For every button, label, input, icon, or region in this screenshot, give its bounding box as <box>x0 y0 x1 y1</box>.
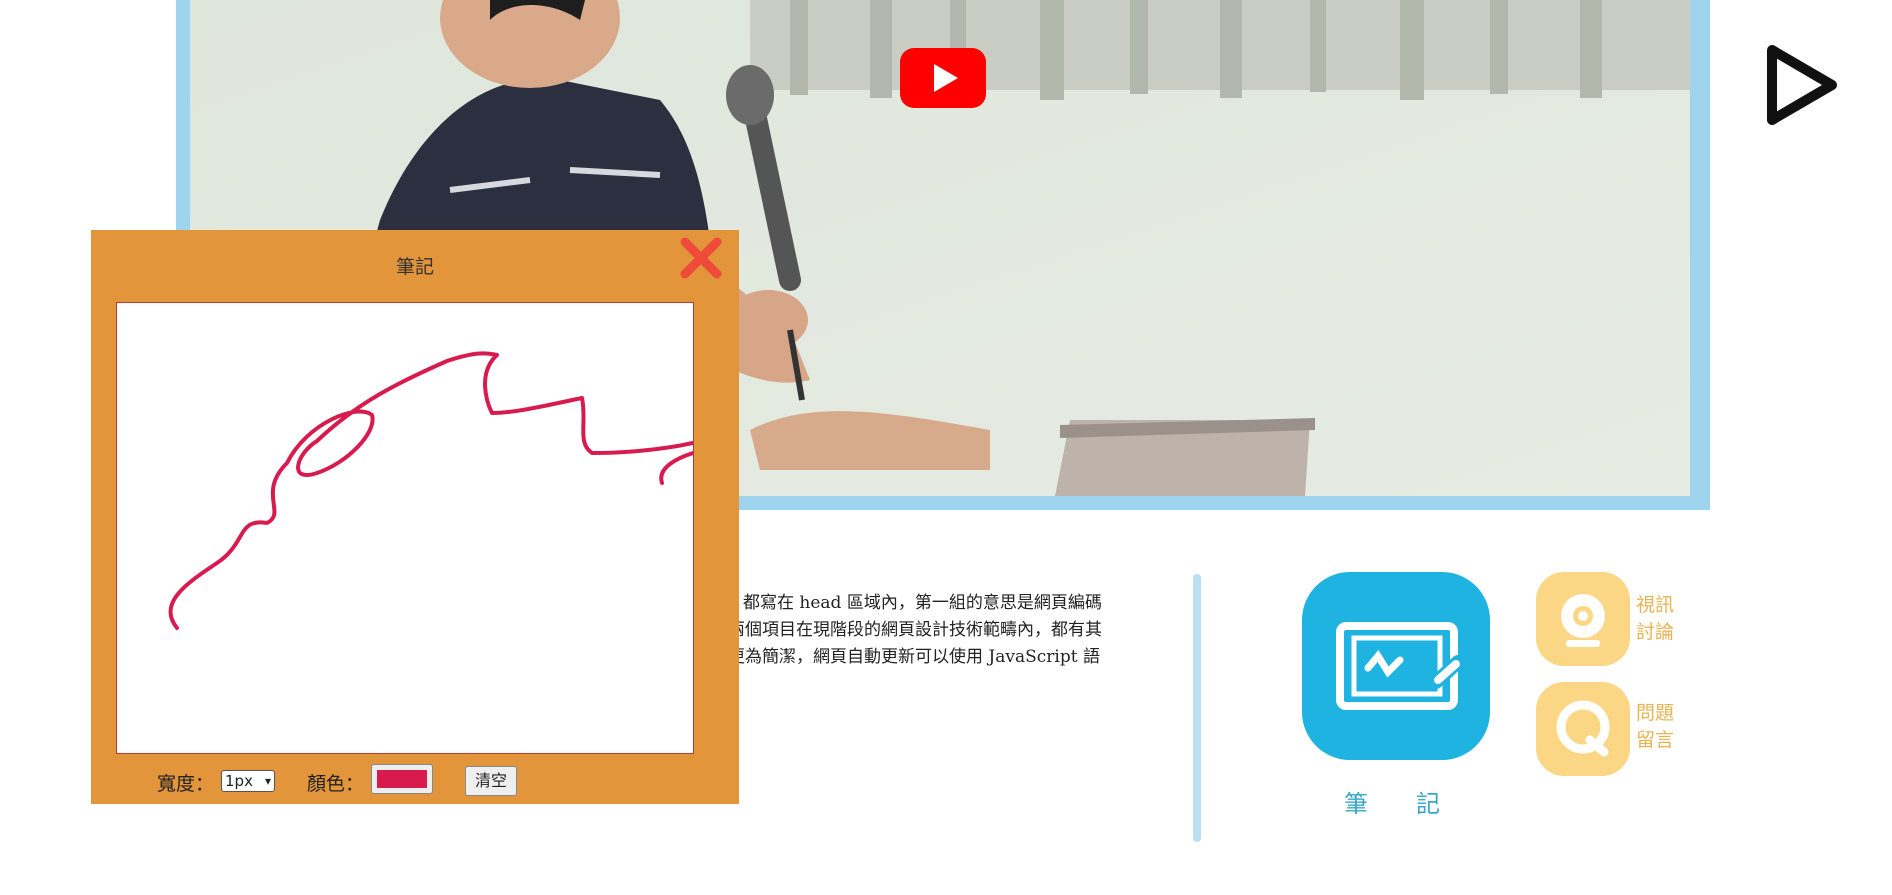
article-text: v 都寫在 head 區域內，第一組的意思是網頁編碼 兩個項目在現階段的網頁設計… <box>728 590 1168 671</box>
notes-panel-title: 筆記 <box>395 256 434 278</box>
article-line: v 都寫在 head 區域內，第一組的意思是網頁編碼 <box>728 593 1102 613</box>
question-button[interactable] <box>1536 682 1630 776</box>
notes-panel: 筆記 寬度： 1px ▾ 顏色： 清空 <box>91 230 739 804</box>
play-outline-icon <box>1767 45 1837 125</box>
video-discussion-label-line: 視訊 <box>1636 594 1675 616</box>
question-label-line: 留言 <box>1636 729 1675 751</box>
close-icon <box>680 237 722 279</box>
youtube-play-icon <box>900 48 986 108</box>
notes-toolbar: 寬度： 1px ▾ 顏色： 清空 <box>91 763 739 797</box>
close-button[interactable] <box>677 234 725 282</box>
article-line: 兩個項目在現階段的網頁設計技術範疇內，都有其 <box>728 620 1102 640</box>
chevron-down-icon: ▾ <box>264 774 271 788</box>
video-discussion-label: 視訊 討論 <box>1636 592 1686 646</box>
youtube-play-button[interactable] <box>900 48 986 108</box>
question-label: 問題 留言 <box>1636 700 1686 754</box>
webcam-icon <box>1561 594 1605 647</box>
drawing-stroke <box>168 351 695 630</box>
width-label: 寬度： <box>157 773 215 795</box>
color-picker[interactable] <box>371 764 433 794</box>
next-video-button[interactable] <box>1762 40 1842 130</box>
drawing-canvas[interactable] <box>116 302 695 754</box>
video-discussion-button[interactable] <box>1536 572 1630 666</box>
color-swatch <box>377 770 427 788</box>
video-discussion-label-line: 討論 <box>1636 621 1675 643</box>
question-label-line: 問題 <box>1636 702 1675 724</box>
color-label: 顏色： <box>307 773 365 795</box>
notes-button-label: 筆記 <box>1344 790 1488 818</box>
whiteboard-pen-icon <box>1336 622 1465 710</box>
width-select-value: 1px <box>225 772 253 790</box>
width-select[interactable]: 1px ▾ <box>221 770 275 792</box>
vertical-divider <box>1193 574 1201 842</box>
notes-button[interactable] <box>1302 572 1490 760</box>
clear-button[interactable]: 清空 <box>465 766 517 796</box>
article-line: 更為簡潔，網頁自動更新可以使用 JavaScript 語 <box>728 647 1100 667</box>
chat-bubble-icon <box>1556 700 1610 757</box>
